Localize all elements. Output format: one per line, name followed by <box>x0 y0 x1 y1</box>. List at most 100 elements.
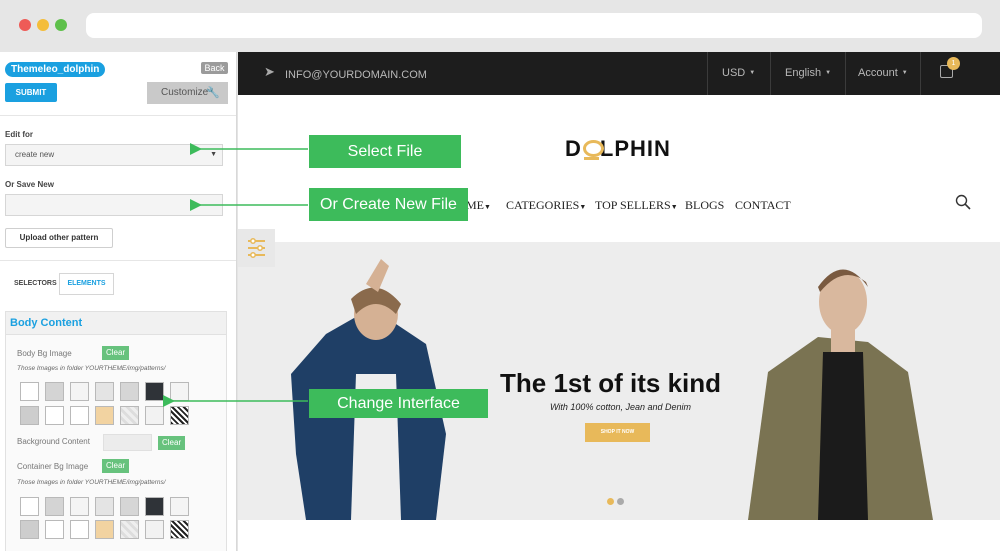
account-label: Account <box>858 67 898 79</box>
theme-name-badge: Themeleo_dolphin <box>5 62 106 77</box>
pattern-swatch[interactable] <box>45 406 64 425</box>
tab-elements[interactable]: ELEMENTS <box>59 273 114 295</box>
model-left-image <box>291 259 446 520</box>
pattern-swatch[interactable] <box>170 520 189 539</box>
clear-body-bg-button[interactable]: Clear <box>102 346 130 360</box>
pattern-swatch[interactable] <box>70 382 89 401</box>
chevron-down-icon: ▼ <box>901 70 908 77</box>
pattern-swatch[interactable] <box>170 497 189 516</box>
pattern-swatch[interactable] <box>145 520 164 539</box>
back-button[interactable]: Back <box>201 62 228 74</box>
nav-item-categories[interactable]: CATEGORIES▼ <box>506 198 586 213</box>
pattern-swatch[interactable] <box>70 497 89 516</box>
submit-button[interactable]: SUBMIT <box>5 83 57 102</box>
nav-item-home[interactable]: ME▼ <box>466 198 491 213</box>
logo-mark <box>582 136 604 162</box>
customize-button[interactable]: Customize 🔧 <box>147 82 228 104</box>
shop-now-button[interactable]: SHOP IT NOW <box>585 423 650 442</box>
divider <box>770 52 771 95</box>
customize-label: Customize <box>161 87 209 98</box>
cart-count-badge: 1 <box>947 57 960 70</box>
hero-subtitle: With 100% cotton, Jean and Denim <box>550 402 691 412</box>
website-preview: ➤ INFO@YOURDOMAIN.COM USD ▼ English ▼ Acco… <box>238 52 1000 551</box>
language-dropdown[interactable]: English ▼ <box>785 67 831 79</box>
pattern-swatch[interactable] <box>120 497 139 516</box>
pattern-swatch[interactable] <box>170 406 189 425</box>
window-close-button[interactable] <box>19 19 31 31</box>
upload-pattern-button[interactable]: Upload other pattern <box>5 228 113 248</box>
hero-title: The 1st of its kind <box>500 368 722 398</box>
pattern-swatch[interactable] <box>45 497 64 516</box>
pattern-swatch[interactable] <box>170 382 189 401</box>
slide-indicator[interactable] <box>607 498 614 505</box>
clear-container-bg-button[interactable]: Clear <box>102 459 130 473</box>
divider <box>845 52 846 95</box>
contact-email[interactable]: INFO@YOURDOMAIN.COM <box>285 69 427 81</box>
edit-for-select[interactable]: create new ▼ <box>5 144 223 166</box>
nav-item-top-sellers[interactable]: TOP SELLERS▼ <box>595 198 678 213</box>
hero-banner: The 1st of its kind With 100% cotton, Je… <box>238 242 1000 520</box>
send-icon: ➤ <box>264 64 275 79</box>
save-new-input[interactable] <box>5 194 223 216</box>
panel-toggle-button[interactable] <box>238 229 275 267</box>
window-minimize-button[interactable] <box>37 19 49 31</box>
search-icon[interactable] <box>955 194 971 210</box>
pattern-swatch[interactable] <box>120 520 139 539</box>
language-label: English <box>785 67 822 79</box>
folder-note: Those Images in folder YOURTHEME/img/pat… <box>17 479 166 486</box>
nav-item-blogs[interactable]: BLOGS <box>685 198 724 213</box>
pattern-swatch[interactable] <box>70 520 89 539</box>
currency-dropdown[interactable]: USD ▼ <box>722 67 755 79</box>
background-content-field[interactable] <box>103 434 152 451</box>
pattern-swatch[interactable] <box>20 497 39 516</box>
divider <box>0 115 236 116</box>
nav-item-contact[interactable]: CONTACT <box>735 198 791 213</box>
tab-selectors[interactable]: SELECTORS <box>14 280 57 287</box>
pattern-swatch[interactable] <box>95 382 114 401</box>
pattern-swatch[interactable] <box>20 382 39 401</box>
site-logo[interactable]: D LPHIN <box>565 136 671 162</box>
sliders-icon <box>248 238 265 258</box>
edit-for-label: Edit for <box>5 130 33 139</box>
or-save-new-label: Or Save New <box>5 180 54 189</box>
browser-chrome <box>0 0 1000 52</box>
chevron-down-icon: ▼ <box>825 70 832 77</box>
pattern-swatch[interactable] <box>145 406 164 425</box>
callout-create-new-file: Or Create New File <box>309 188 468 221</box>
nav-categories-label: CATEGORIES <box>506 198 580 212</box>
chevron-down-icon: ▼ <box>210 151 217 158</box>
pattern-swatch[interactable] <box>120 406 139 425</box>
body-bg-image-label: Body Bg Image <box>17 349 72 358</box>
pattern-swatch[interactable] <box>95 497 114 516</box>
folder-note: Those Images in folder YOURTHEME/img/pat… <box>17 365 166 372</box>
account-dropdown[interactable]: Account ▼ <box>858 67 908 79</box>
divider <box>920 52 921 95</box>
pattern-swatch[interactable] <box>95 520 114 539</box>
caret-down-icon: ▼ <box>484 203 491 211</box>
slide-indicator[interactable] <box>617 498 624 505</box>
pattern-swatch[interactable] <box>120 382 139 401</box>
logo-text-right: LPHIN <box>599 136 671 161</box>
nav-home-label: ME <box>466 198 484 212</box>
clear-background-button[interactable]: Clear <box>158 436 186 450</box>
logo-text-left: D <box>565 136 582 161</box>
divider <box>707 52 708 95</box>
pattern-swatch[interactable] <box>145 497 164 516</box>
address-bar[interactable] <box>86 13 982 38</box>
model-right-image <box>748 269 933 520</box>
customize-panel: Themeleo_dolphin Back SUBMIT Customize 🔧… <box>0 52 237 551</box>
pattern-swatch[interactable] <box>145 382 164 401</box>
divider <box>0 260 236 261</box>
pattern-swatch[interactable] <box>45 382 64 401</box>
pattern-swatch[interactable] <box>95 406 114 425</box>
chevron-down-icon: ▼ <box>749 70 756 77</box>
pattern-swatch[interactable] <box>20 520 39 539</box>
nav-top-sellers-label: TOP SELLERS <box>595 198 671 212</box>
pattern-swatch[interactable] <box>70 406 89 425</box>
pattern-swatch[interactable] <box>45 520 64 539</box>
pattern-swatch[interactable] <box>20 406 39 425</box>
container-bg-image-label: Container Bg Image <box>17 462 89 471</box>
callout-change-interface: Change Interface <box>309 389 488 418</box>
window-maximize-button[interactable] <box>55 19 67 31</box>
edit-for-value: create new <box>15 150 55 159</box>
